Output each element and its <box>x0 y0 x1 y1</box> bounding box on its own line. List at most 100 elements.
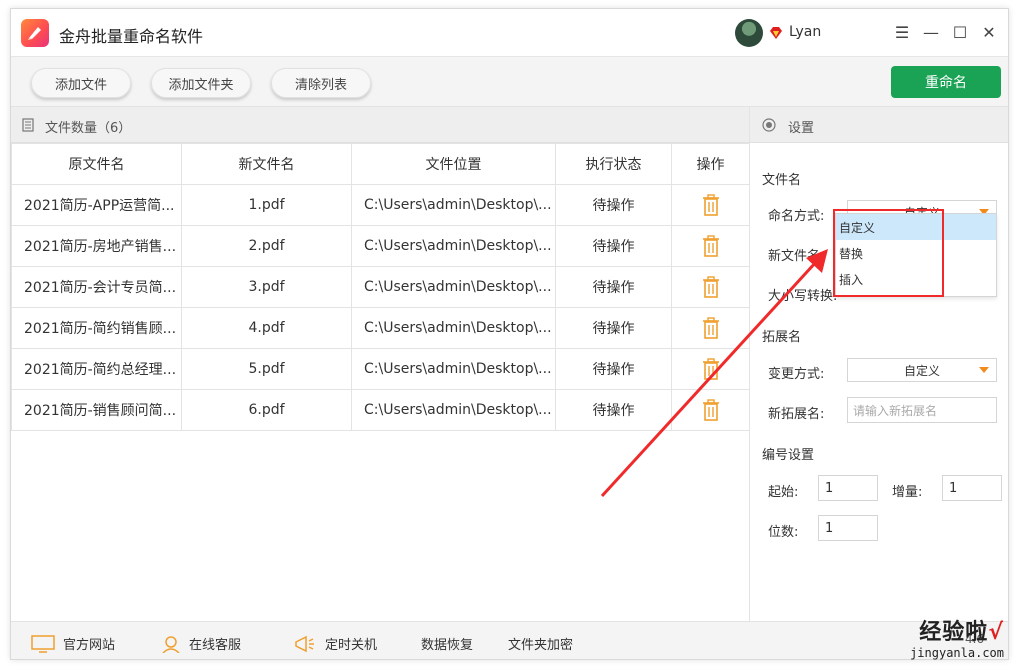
trash-icon[interactable] <box>702 317 720 339</box>
menu-icon[interactable]: ☰ <box>891 21 913 43</box>
vip-diamond-icon <box>770 27 782 39</box>
digits-label: 位数: <box>768 525 799 540</box>
watermark-check: √ <box>988 620 1004 645</box>
table-row[interactable]: 2021简历-简约总经理... 5.pdf C:\Users\admin\Deskt… <box>11 348 750 390</box>
recovery-label: 数据恢复 <box>421 638 474 653</box>
action-cell <box>671 348 750 390</box>
website-link[interactable]: 官方网站 <box>31 634 115 653</box>
table-row[interactable]: 2021简历-APP运营简... 1.pdf C:\Users\admin\Desk… <box>11 184 750 226</box>
recovery-link[interactable]: 数据恢复 <box>421 634 473 653</box>
file-location-cell: C:\Users\admin\Desktop\... <box>351 266 556 308</box>
monitor-icon <box>31 634 55 653</box>
watermark: 经验啦√ jingyanla.com <box>910 614 1004 660</box>
username[interactable]: Lyan <box>789 24 821 40</box>
encrypt-link[interactable]: 文件夹加密 <box>508 634 573 653</box>
close-button[interactable]: ✕ <box>978 21 1000 43</box>
trash-icon[interactable] <box>702 358 720 380</box>
support-link[interactable]: 在线客服 <box>161 634 241 653</box>
new-filename-cell: 3.pdf <box>181 266 352 308</box>
avatar[interactable] <box>735 19 763 47</box>
column-header-action[interactable]: 操作 <box>671 143 750 185</box>
status-cell: 待操作 <box>555 225 672 267</box>
new-filename-label: 新文件名: <box>768 249 825 264</box>
rename-button[interactable]: 重命名 <box>891 66 1001 98</box>
digits-input[interactable]: 1 <box>818 515 878 541</box>
annotation-highlight-box <box>833 209 944 297</box>
file-location-cell: C:\Users\admin\Desktop\... <box>351 389 556 431</box>
file-location-cell: C:\Users\admin\Desktop\... <box>351 225 556 267</box>
trash-icon[interactable] <box>702 235 720 257</box>
change-method-value: 自定义 <box>903 363 940 378</box>
encrypt-label: 文件夹加密 <box>508 638 574 653</box>
new-filename-cell: 6.pdf <box>181 389 352 431</box>
filename-section-title: 文件名 <box>762 173 802 188</box>
customer-service-icon <box>162 635 180 653</box>
trash-icon[interactable] <box>702 194 720 216</box>
chevron-down-icon <box>979 367 989 373</box>
extension-section-title: 拓展名 <box>762 330 802 345</box>
start-input[interactable]: 1 <box>818 475 878 501</box>
footer-bar: 官方网站 在线客服 定时关机 数据恢复 文件夹加密 <box>11 621 1008 659</box>
action-cell <box>671 266 750 308</box>
original-filename-cell: 2021简历-会计专员简... <box>11 266 182 308</box>
original-filename-cell: 2021简历-APP运营简... <box>11 184 182 226</box>
minimize-button[interactable]: — <box>920 21 942 43</box>
new-filename-cell: 2.pdf <box>181 225 352 267</box>
increment-input[interactable]: 1 <box>942 475 1002 501</box>
new-filename-cell: 5.pdf <box>181 348 352 390</box>
action-cell <box>671 389 750 431</box>
settings-panel: 设置 文件名 命名方式: 自定义 新文件名: 大小写转换: 拓展名 变更方式: … <box>749 107 1008 621</box>
status-cell: 待操作 <box>555 389 672 431</box>
shutdown-label: 定时关机 <box>325 638 378 653</box>
file-location-cell: C:\Users\admin\Desktop\... <box>351 184 556 226</box>
increment-label: 增量: <box>892 485 923 500</box>
original-filename-cell: 2021简历-简约总经理... <box>11 348 182 390</box>
table-row[interactable]: 2021简历-房地产销售... 2.pdf C:\Users\admin\Deskt… <box>11 225 750 267</box>
table-row[interactable]: 2021简历-简约销售顾... 4.pdf C:\Users\admin\Deskt… <box>11 307 750 349</box>
file-count: 文件数量（6） <box>45 121 132 136</box>
action-cell <box>671 184 750 226</box>
megaphone-icon <box>295 635 314 652</box>
file-location-cell: C:\Users\admin\Desktop\... <box>351 348 556 390</box>
new-filename-cell: 4.pdf <box>181 307 352 349</box>
website-label: 官方网站 <box>63 638 116 653</box>
watermark-title: 经验啦√ <box>919 620 1004 645</box>
original-filename-cell: 2021简历-简约销售顾... <box>11 307 182 349</box>
app-title: 金舟批量重命名软件 <box>59 27 204 46</box>
action-cell <box>671 307 750 349</box>
table-row[interactable]: 2021简历-会计专员简... 3.pdf C:\Users\admin\Deskt… <box>11 266 750 308</box>
settings-radio-icon <box>762 118 776 132</box>
column-header-original[interactable]: 原文件名 <box>11 143 182 185</box>
original-filename-cell: 2021简历-销售顾问简... <box>11 389 182 431</box>
shutdown-link[interactable]: 定时关机 <box>293 634 377 653</box>
file-list-header: 文件数量（6） <box>11 107 749 143</box>
status-cell: 待操作 <box>555 184 672 226</box>
support-label: 在线客服 <box>189 638 242 653</box>
new-extension-input[interactable]: 请输入新拓展名 <box>847 397 997 423</box>
trash-icon[interactable] <box>702 399 720 421</box>
toolbar: 添加文件 添加文件夹 清除列表 重命名 <box>11 57 1008 107</box>
status-cell: 待操作 <box>555 348 672 390</box>
file-table: 原文件名 新文件名 文件位置 执行状态 操作 2021简历-APP运营简... 1… <box>11 143 750 431</box>
clear-list-button[interactable]: 清除列表 <box>271 68 371 98</box>
case-convert-label: 大小写转换: <box>768 289 838 304</box>
trash-icon[interactable] <box>702 276 720 298</box>
new-extension-label: 新拓展名: <box>768 407 825 422</box>
add-file-button[interactable]: 添加文件 <box>31 68 131 98</box>
watermark-url: jingyanla.com <box>910 646 1004 660</box>
column-header-location[interactable]: 文件位置 <box>351 143 556 185</box>
maximize-button[interactable]: ☐ <box>949 21 971 43</box>
column-header-new[interactable]: 新文件名 <box>181 143 352 185</box>
original-filename-cell: 2021简历-房地产销售... <box>11 225 182 267</box>
change-method-select[interactable]: 自定义 <box>847 358 997 382</box>
status-cell: 待操作 <box>555 266 672 308</box>
column-header-status[interactable]: 执行状态 <box>555 143 672 185</box>
new-filename-cell: 1.pdf <box>181 184 352 226</box>
add-folder-button[interactable]: 添加文件夹 <box>151 68 251 98</box>
file-list-icon <box>22 118 34 132</box>
app-logo-icon <box>21 19 49 47</box>
settings-title: 设置 <box>788 121 815 136</box>
table-header-row: 原文件名 新文件名 文件位置 执行状态 操作 <box>11 143 750 185</box>
naming-method-label: 命名方式: <box>768 209 825 224</box>
table-row[interactable]: 2021简历-销售顾问简... 6.pdf C:\Users\admin\Deskt… <box>11 389 750 431</box>
